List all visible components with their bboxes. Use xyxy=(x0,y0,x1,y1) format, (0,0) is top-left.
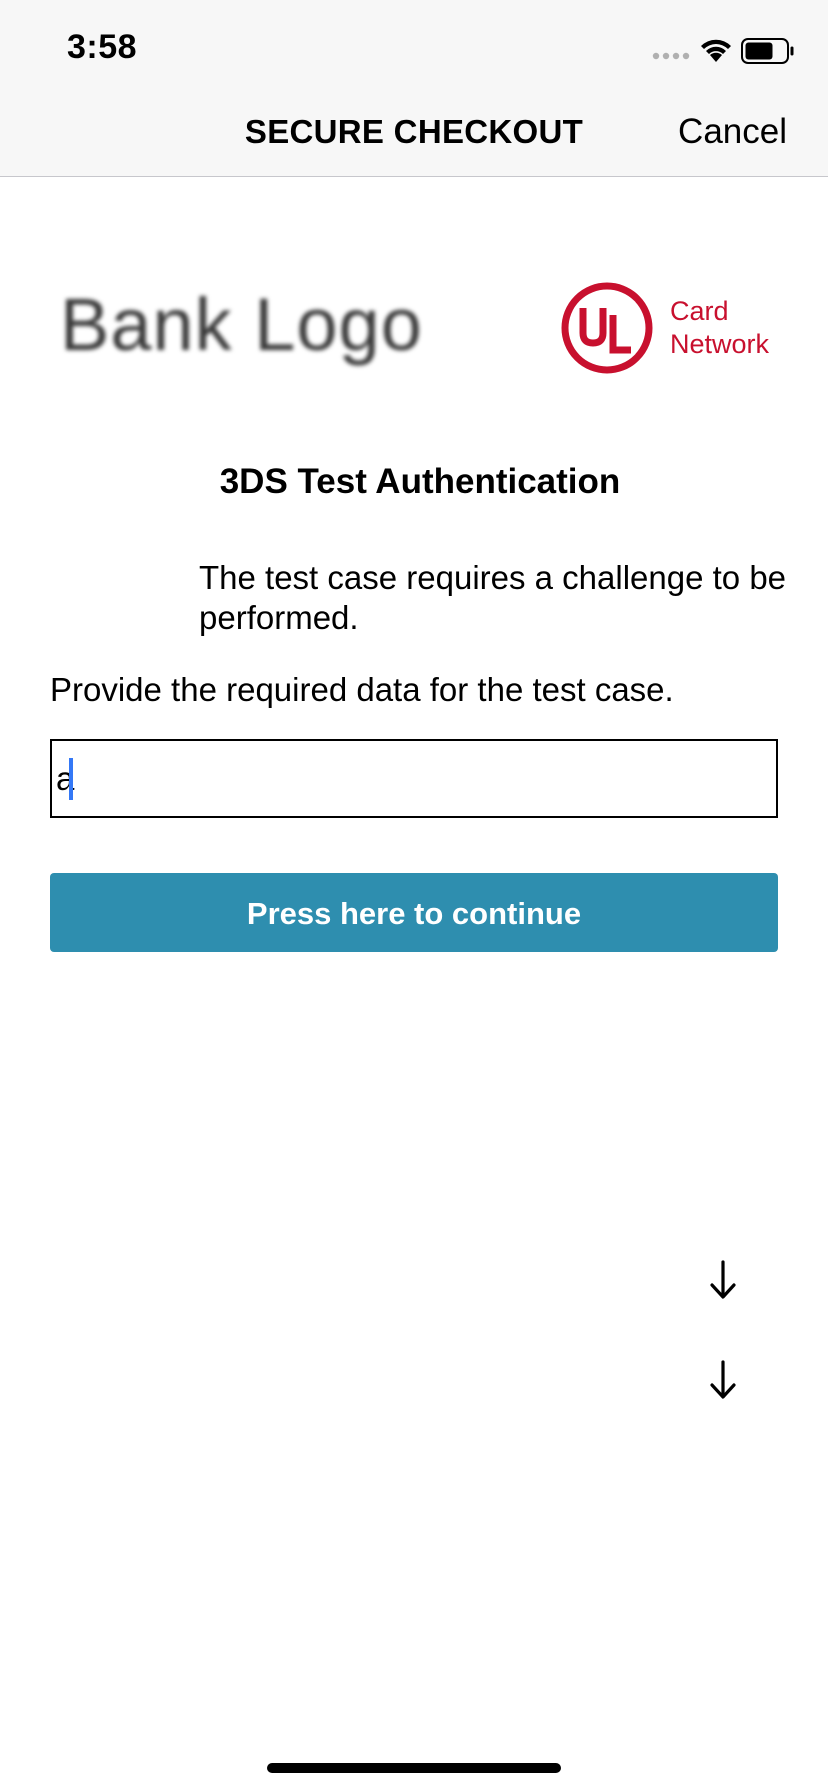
wifi-icon xyxy=(701,39,731,62)
card-network-logo: Card Network xyxy=(560,281,780,376)
home-indicator[interactable] xyxy=(267,1763,561,1773)
text-cursor xyxy=(69,758,73,800)
challenge-info-text: The test case requires a challenge to be… xyxy=(199,559,787,636)
status-bar: 3:58 xyxy=(0,0,828,92)
challenge-data-input[interactable]: a xyxy=(50,739,778,818)
arrow-down-icon xyxy=(710,1260,736,1299)
signal-icon xyxy=(652,52,690,60)
arrow-down-icon xyxy=(710,1360,736,1399)
input-label: Provide the required data for the test c… xyxy=(50,671,674,708)
card-network-label: Card Network xyxy=(670,296,770,359)
cancel-button[interactable]: Cancel xyxy=(678,112,787,152)
continue-button[interactable]: Press here to continue xyxy=(50,873,778,952)
navigation-bar: SECURE CHECKOUT Cancel xyxy=(0,92,828,177)
challenge-title: 3DS Test Authentication xyxy=(219,462,621,501)
battery-icon xyxy=(741,38,794,64)
status-time: 3:58 xyxy=(67,28,138,66)
bank-logo: Bank Logo xyxy=(60,283,423,366)
ul-logo-icon xyxy=(561,282,653,374)
